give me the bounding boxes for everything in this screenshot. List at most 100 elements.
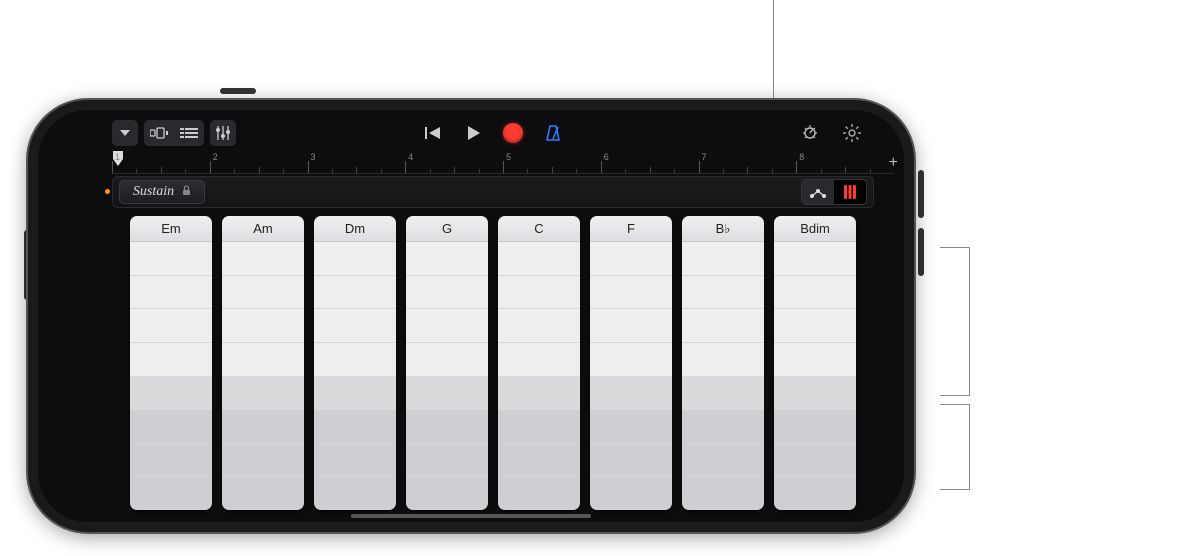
ruler-bar[interactable]: 4 bbox=[405, 152, 503, 173]
strip-segment[interactable] bbox=[498, 242, 580, 276]
ruler-bar[interactable]: 2 bbox=[210, 152, 308, 173]
strip-segment[interactable] bbox=[498, 276, 580, 310]
my-songs-button[interactable] bbox=[112, 120, 138, 146]
ruler-bar[interactable]: 7 bbox=[699, 152, 797, 173]
strip-segment[interactable] bbox=[682, 276, 764, 310]
strip-segment[interactable] bbox=[130, 410, 212, 444]
strip-segment[interactable] bbox=[498, 410, 580, 444]
strip-segment[interactable] bbox=[774, 276, 856, 310]
chord-strip-body[interactable] bbox=[130, 242, 212, 510]
chord-strip[interactable]: Am bbox=[222, 216, 304, 510]
ruler-bar[interactable]: 1 bbox=[112, 152, 210, 173]
chord-strip-body[interactable] bbox=[222, 242, 304, 510]
instrument-controls-button[interactable] bbox=[798, 121, 822, 145]
strip-segment[interactable] bbox=[222, 410, 304, 444]
strip-segment[interactable] bbox=[590, 444, 672, 478]
ruler-bar[interactable]: 5 bbox=[503, 152, 601, 173]
strip-segment[interactable] bbox=[130, 444, 212, 478]
strip-segment[interactable] bbox=[774, 343, 856, 377]
song-settings-button[interactable] bbox=[840, 121, 864, 145]
chord-strip-body[interactable] bbox=[682, 242, 764, 510]
chord-strip[interactable]: Em bbox=[130, 216, 212, 510]
strip-segment[interactable] bbox=[774, 309, 856, 343]
strip-segment[interactable] bbox=[314, 276, 396, 310]
strip-segment[interactable] bbox=[406, 242, 488, 276]
strip-segment[interactable] bbox=[498, 477, 580, 510]
strip-segment[interactable] bbox=[498, 343, 580, 377]
strip-segment[interactable] bbox=[682, 377, 764, 411]
browser-button[interactable] bbox=[144, 120, 174, 146]
strip-segment[interactable] bbox=[774, 410, 856, 444]
strip-segment[interactable] bbox=[314, 377, 396, 411]
chord-strip[interactable]: Bdim bbox=[774, 216, 856, 510]
tracks-view-button[interactable] bbox=[174, 120, 204, 146]
chord-strip[interactable]: Dm bbox=[314, 216, 396, 510]
record-button[interactable] bbox=[500, 120, 526, 146]
strip-segment[interactable] bbox=[682, 410, 764, 444]
strip-segment[interactable] bbox=[682, 309, 764, 343]
strip-segment[interactable] bbox=[590, 410, 672, 444]
strip-segment[interactable] bbox=[222, 242, 304, 276]
strip-segment[interactable] bbox=[130, 276, 212, 310]
strip-segment[interactable] bbox=[406, 377, 488, 411]
strip-segment[interactable] bbox=[406, 410, 488, 444]
rewind-button[interactable] bbox=[420, 120, 446, 146]
track-controls-button[interactable] bbox=[210, 120, 236, 146]
strip-segment[interactable] bbox=[590, 276, 672, 310]
strip-segment[interactable] bbox=[682, 444, 764, 478]
home-indicator[interactable] bbox=[351, 514, 591, 518]
strip-segment[interactable] bbox=[314, 444, 396, 478]
strip-segment[interactable] bbox=[314, 309, 396, 343]
sustain-toggle[interactable]: Sustain bbox=[119, 180, 205, 204]
add-section-button[interactable]: + bbox=[889, 154, 898, 172]
chord-strip[interactable]: C bbox=[498, 216, 580, 510]
chord-strip-body[interactable] bbox=[406, 242, 488, 510]
play-button[interactable] bbox=[460, 120, 486, 146]
strip-segment[interactable] bbox=[682, 242, 764, 276]
chord-strip[interactable]: G bbox=[406, 216, 488, 510]
chord-strip-body[interactable] bbox=[590, 242, 672, 510]
chord-strips-view-button[interactable] bbox=[834, 180, 866, 204]
chord-strip[interactable]: B♭ bbox=[682, 216, 764, 510]
strip-segment[interactable] bbox=[314, 477, 396, 510]
strip-segment[interactable] bbox=[590, 343, 672, 377]
strip-segment[interactable] bbox=[130, 242, 212, 276]
strip-segment[interactable] bbox=[222, 343, 304, 377]
strip-segment[interactable] bbox=[130, 477, 212, 510]
chord-strip[interactable]: F bbox=[590, 216, 672, 510]
strip-segment[interactable] bbox=[774, 242, 856, 276]
strip-segment[interactable] bbox=[314, 242, 396, 276]
strip-segment[interactable] bbox=[590, 242, 672, 276]
strip-segment[interactable] bbox=[314, 343, 396, 377]
strip-segment[interactable] bbox=[590, 309, 672, 343]
ruler-bar[interactable]: 8 bbox=[796, 152, 894, 173]
strip-segment[interactable] bbox=[682, 477, 764, 510]
strip-segment[interactable] bbox=[498, 377, 580, 411]
strip-segment[interactable] bbox=[682, 343, 764, 377]
strip-segment[interactable] bbox=[406, 309, 488, 343]
strip-segment[interactable] bbox=[774, 377, 856, 411]
strip-segment[interactable] bbox=[314, 410, 396, 444]
strip-segment[interactable] bbox=[222, 377, 304, 411]
chord-strip-body[interactable] bbox=[498, 242, 580, 510]
strip-segment[interactable] bbox=[222, 444, 304, 478]
chord-strip-body[interactable] bbox=[314, 242, 396, 510]
strip-segment[interactable] bbox=[130, 343, 212, 377]
strip-segment[interactable] bbox=[590, 477, 672, 510]
strip-segment[interactable] bbox=[130, 309, 212, 343]
strip-segment[interactable] bbox=[498, 309, 580, 343]
strip-segment[interactable] bbox=[774, 444, 856, 478]
strip-segment[interactable] bbox=[590, 377, 672, 411]
strip-segment[interactable] bbox=[406, 276, 488, 310]
ruler-bar[interactable]: 3 bbox=[308, 152, 406, 173]
ruler-bar[interactable]: 6 bbox=[601, 152, 699, 173]
autoplay-view-button[interactable] bbox=[802, 180, 834, 204]
strip-segment[interactable] bbox=[222, 276, 304, 310]
strip-segment[interactable] bbox=[222, 309, 304, 343]
strip-segment[interactable] bbox=[130, 377, 212, 411]
metronome-button[interactable] bbox=[540, 120, 566, 146]
strip-segment[interactable] bbox=[222, 477, 304, 510]
strip-segment[interactable] bbox=[406, 343, 488, 377]
strip-segment[interactable] bbox=[406, 477, 488, 510]
strip-segment[interactable] bbox=[406, 444, 488, 478]
